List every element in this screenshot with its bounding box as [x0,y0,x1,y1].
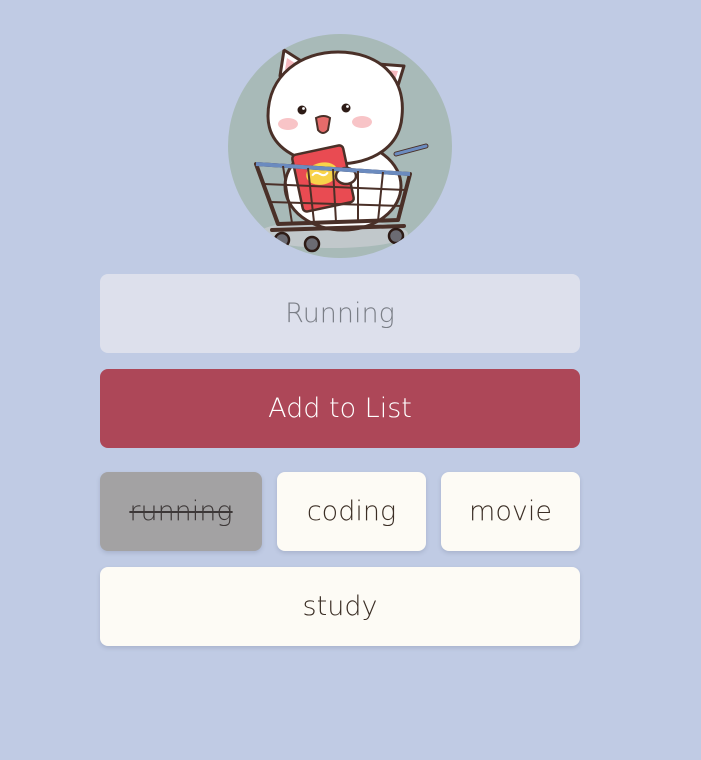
add-to-list-button[interactable]: Add to List [100,369,580,448]
avatar [228,34,452,258]
list-item-study[interactable]: study [100,567,580,646]
cat-in-cart-illustration [254,48,429,253]
list-item-coding[interactable]: coding [277,472,426,551]
list-item-running[interactable]: running [100,472,262,551]
list-item-movie[interactable]: movie [441,472,580,551]
task-input[interactable] [100,274,580,353]
